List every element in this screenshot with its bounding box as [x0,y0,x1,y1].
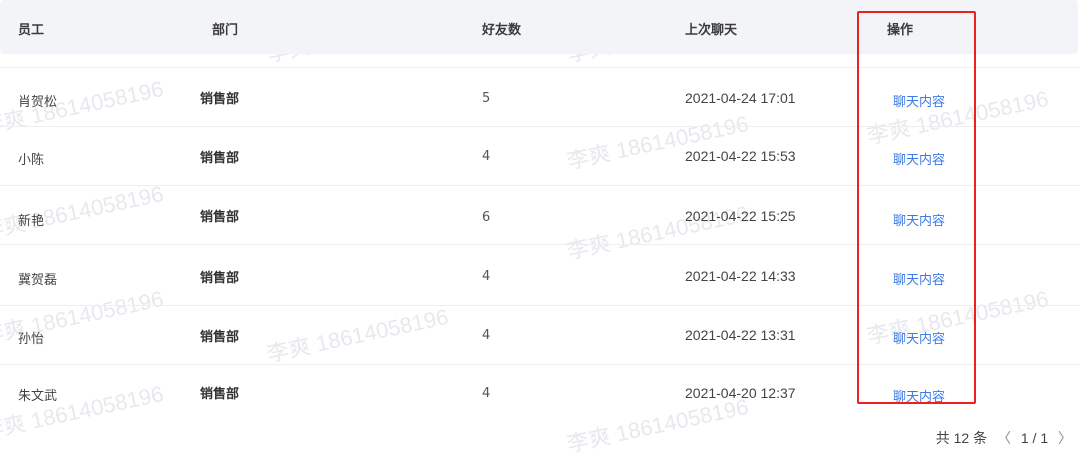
last-chat-time: 2021-04-22 15:25 [685,208,796,224]
friend-count: 4 [482,269,491,284]
column-header-department: 部门 [212,23,239,38]
department: 销售部 [200,387,240,402]
pagination: 共 12 条 〈 1 / 1 〉 [930,428,1072,448]
last-chat-time: 2021-04-24 17:01 [685,90,796,106]
employee-name: 孙怡 [18,332,45,347]
column-header-last-chat: 上次聊天 [685,23,738,38]
department: 销售部 [200,92,240,107]
last-chat-time: 2021-04-22 14:33 [685,268,796,284]
column-header-friends: 好友数 [482,23,522,38]
department: 销售部 [200,330,240,345]
action-column-highlight [857,11,976,404]
employee-name: 小陈 [18,153,45,168]
department: 销售部 [200,210,240,225]
total-count: 共 12 条 [935,430,988,446]
column-header-employee: 员工 [18,23,45,38]
friend-count: 5 [482,91,491,106]
department: 销售部 [200,151,240,166]
employee-name: 新艳 [18,214,45,229]
prev-page-button[interactable]: 〈 [997,430,1011,446]
friend-count: 4 [482,328,491,343]
employee-name: 朱文武 [18,389,58,404]
employee-name: 肖贺松 [18,95,58,110]
last-chat-time: 2021-04-22 13:31 [685,327,796,343]
friend-count: 4 [482,149,491,164]
last-chat-time: 2021-04-22 15:53 [685,148,796,164]
last-chat-time: 2021-04-20 12:37 [685,385,796,401]
friend-count: 4 [482,386,491,401]
employee-name: 冀贺磊 [18,273,58,288]
page-indicator: 1 / 1 [1020,430,1049,446]
friend-count: 6 [482,210,491,225]
next-page-button[interactable]: 〉 [1058,430,1072,446]
department: 销售部 [200,271,240,286]
